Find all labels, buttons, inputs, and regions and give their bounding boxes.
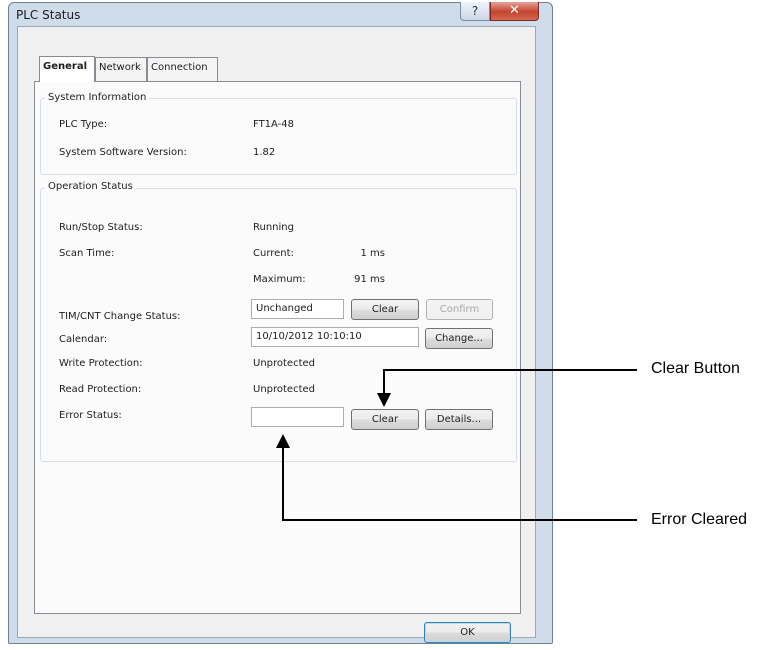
scan-time-label: Scan Time: [59,248,115,259]
software-version-value: 1.82 [253,147,276,158]
arrow-down-icon [377,393,391,407]
tab-general[interactable]: General [39,56,95,82]
timcnt-change-label: TIM/CNT Change Status: [59,311,181,322]
run-stop-label: Run/Stop Status: [59,222,143,233]
timcnt-clear-button[interactable]: Clear [351,299,419,320]
calendar-field: 10/10/2012 10:10:10 [251,327,419,347]
close-icon: ✕ [509,3,520,18]
run-stop-value: Running [253,222,294,233]
write-protection-value: Unprotected [253,358,316,369]
title-bar[interactable]: PLC Status ? ✕ [9,2,552,27]
arrow-up-icon [276,434,290,448]
error-status-field [251,407,344,427]
close-button[interactable]: ✕ [490,2,539,21]
read-protection-value: Unprotected [253,384,316,395]
scan-current-value: 1 ms [360,248,386,259]
tab-network[interactable]: Network [95,57,147,81]
help-icon: ? [471,4,479,18]
software-version-label: System Software Version: [59,147,187,158]
error-cleared-annotation: Error Cleared [651,511,748,528]
clear-button-annotation: Clear Button [651,360,740,377]
error-status-label: Error Status: [59,410,122,421]
system-information-group [40,98,517,175]
error-details-button[interactable]: Details... [425,409,493,430]
plc-type-value: FT1A-48 [253,119,295,130]
scan-current-label: Current: [253,248,294,259]
timcnt-confirm-button[interactable]: Confirm [426,299,493,320]
read-protection-label: Read Protection: [59,384,142,395]
error-clear-button[interactable]: Clear [351,409,419,430]
scan-maximum-value: 91 ms [354,274,385,285]
ok-button[interactable]: OK [424,622,511,643]
timcnt-change-field: Unchanged [251,299,344,319]
help-button[interactable]: ? [460,2,490,21]
system-information-legend: System Information [45,92,150,103]
calendar-change-button[interactable]: Change... [425,328,493,349]
error-cleared-callout-line [282,519,637,521]
clear-button-callout-line [383,369,637,371]
plc-type-label: PLC Type: [59,119,108,130]
window-title: PLC Status [16,8,81,22]
tab-connection[interactable]: Connection [147,57,218,81]
write-protection-label: Write Protection: [59,358,143,369]
scan-maximum-label: Maximum: [253,274,306,285]
error-cleared-callout-leader [282,446,284,521]
calendar-label: Calendar: [59,334,108,345]
operation-status-legend: Operation Status [45,181,136,192]
